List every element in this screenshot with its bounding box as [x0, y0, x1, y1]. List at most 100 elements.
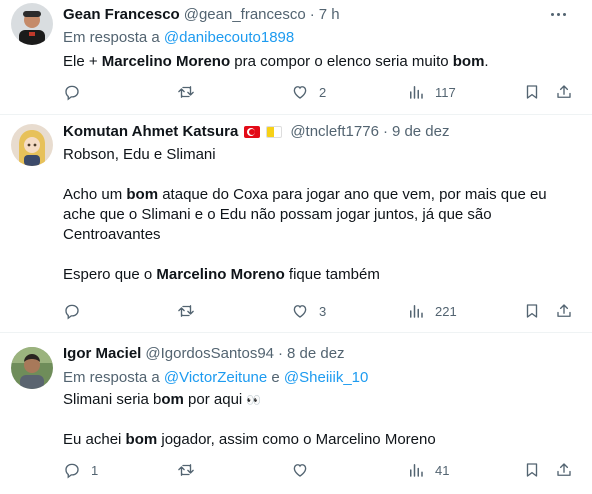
like-icon [293, 464, 307, 477]
views-icon [410, 305, 423, 318]
tweet-body: Robson, Edu e Slimani Acho um bom ataque… [63, 145, 578, 285]
tweet[interactable]: Gean Francesco @gean_francesco · 7 h Em … [0, 0, 592, 115]
highlight-text: bom [125, 431, 158, 448]
mention-link[interactable]: @Sheiiik_10 [284, 369, 368, 386]
tweet-text-paragraph: Acho um bom ataque do Coxa para jogar an… [63, 185, 578, 245]
tweet-body: Em resposta a @VictorZeitune e @Sheiiik_… [63, 368, 578, 450]
text-fragment: Centroavantes [63, 226, 161, 243]
like-count: 2 [319, 84, 327, 100]
retweet-button[interactable] [177, 460, 205, 480]
mention-link[interactable]: @VictorZeitune [164, 369, 267, 386]
retweet-icon [178, 86, 194, 98]
display-name[interactable]: Gean Francesco [63, 6, 180, 23]
tweet-header: Gean Francesco @gean_francesco · 7 h [63, 6, 580, 23]
bookmark-button[interactable] [523, 82, 541, 102]
share-icon [557, 85, 571, 98]
share-button[interactable] [555, 82, 573, 102]
bookmark-icon [526, 85, 538, 99]
reply-prefix: Em resposta a [63, 369, 160, 386]
reply-joiner: e [271, 369, 280, 386]
text-fragment: ache que o Slimani e o Edu não possam jo… [63, 206, 492, 223]
views-icon [410, 86, 423, 99]
text-fragment: Slimani seria b [63, 391, 162, 408]
highlight-text: Marcelino Moreno [101, 53, 231, 70]
retweet-icon [178, 464, 194, 476]
share-icon [557, 463, 571, 476]
separator-dot: · [382, 123, 388, 140]
timestamp[interactable]: 7 h [319, 6, 340, 23]
separator-dot: · [309, 6, 315, 23]
views-button[interactable]: 221 [407, 301, 457, 321]
like-button[interactable]: 3 [291, 301, 326, 321]
view-count: 117 [435, 84, 456, 100]
text-fragment: jogador, assim como o Marcelino Moreno [157, 431, 436, 448]
tweet-header: Komutan Ahmet Katsura @tncleft1776 · 9 d… [63, 123, 580, 140]
reply-icon [65, 304, 79, 320]
text-fragment: Acho um [63, 186, 127, 203]
avatar[interactable] [11, 124, 53, 166]
text-fragment: Ele + [63, 53, 102, 70]
user-handle[interactable]: @IgordosSantos94 [145, 345, 274, 362]
display-name[interactable]: Komutan Ahmet Katsura [63, 123, 238, 140]
like-icon [293, 305, 307, 318]
views-icon [410, 464, 423, 477]
bookmark-button[interactable] [523, 460, 541, 480]
display-name[interactable]: Igor Maciel [63, 345, 141, 362]
reply-button[interactable] [63, 301, 91, 321]
user-handle[interactable]: @tncleft1776 [290, 123, 379, 140]
highlight-text: Marcelino Moreno [156, 266, 285, 283]
more-icon[interactable] [551, 13, 566, 16]
text-fragment: ataque do Coxa para jogar ano que vem, p… [158, 186, 547, 203]
highlight-text: om [161, 391, 184, 408]
highlight-text: bom [126, 186, 159, 203]
avatar[interactable] [11, 347, 53, 389]
retweet-button[interactable] [177, 82, 205, 102]
text-fragment: por aqui [183, 391, 247, 408]
timestamp[interactable]: 9 de dez [392, 123, 450, 140]
reply-context: Em resposta a @danibecouto1898 [63, 28, 578, 48]
user-handle[interactable]: @gean_francesco [184, 6, 306, 23]
views-button[interactable]: 41 [407, 460, 449, 480]
separator-dot: · [278, 345, 284, 362]
like-count: 3 [319, 303, 327, 319]
tweet-text-line: Eu achei bom jogador, assim como o Marce… [63, 430, 578, 450]
tweet-text: Ele + Marcelino Moreno pra compor o elen… [63, 52, 578, 72]
like-icon [293, 86, 307, 99]
retweet-button[interactable] [177, 301, 205, 321]
mention-link[interactable]: @danibecouto1898 [164, 29, 294, 46]
highlight-text: bom [452, 53, 485, 70]
bookmark-icon [526, 304, 538, 318]
action-bar: 1 41 [63, 460, 578, 480]
tweet-text-line: Robson, Edu e Slimani [63, 146, 216, 163]
reply-count: 1 [91, 462, 99, 478]
reply-button[interactable] [63, 82, 91, 102]
avatar[interactable] [11, 3, 53, 45]
share-button[interactable] [555, 460, 573, 480]
like-button[interactable] [291, 460, 319, 480]
text-fragment: pra compor o elenco seria muito [230, 53, 453, 70]
tweet[interactable]: Komutan Ahmet Katsura @tncleft1776 · 9 d… [0, 115, 592, 333]
tweet-header: Igor Maciel @IgordosSantos94 · 8 de dez [63, 345, 580, 362]
text-fragment: Espero que o [63, 266, 157, 283]
eyes-emoji-icon: 👀 [246, 393, 262, 407]
view-count: 41 [435, 462, 450, 478]
text-fragment: . [484, 53, 489, 70]
share-button[interactable] [555, 301, 573, 321]
views-button[interactable]: 117 [407, 82, 456, 102]
tweet-text-line: Slimani seria bom por aqui 👀 [63, 390, 578, 410]
action-bar: 2 117 [63, 82, 578, 102]
bookmark-button[interactable] [523, 301, 541, 321]
reply-icon [65, 85, 79, 101]
bookmark-icon [526, 463, 538, 477]
text-fragment: fique também [284, 266, 380, 283]
reply-context: Em resposta a @VictorZeitune e @Sheiiik_… [63, 368, 578, 388]
timestamp[interactable]: 8 de dez [287, 345, 345, 362]
tweet-body: Em resposta a @danibecouto1898 Ele + Mar… [63, 28, 578, 72]
share-icon [557, 304, 571, 317]
action-bar: 3 221 [63, 301, 578, 321]
tweet[interactable]: Igor Maciel @IgordosSantos94 · 8 de dez … [0, 333, 592, 494]
retweet-icon [178, 305, 194, 317]
vatican-flag-icon [266, 125, 283, 138]
like-button[interactable]: 2 [291, 82, 326, 102]
reply-button[interactable]: 1 [63, 460, 98, 480]
